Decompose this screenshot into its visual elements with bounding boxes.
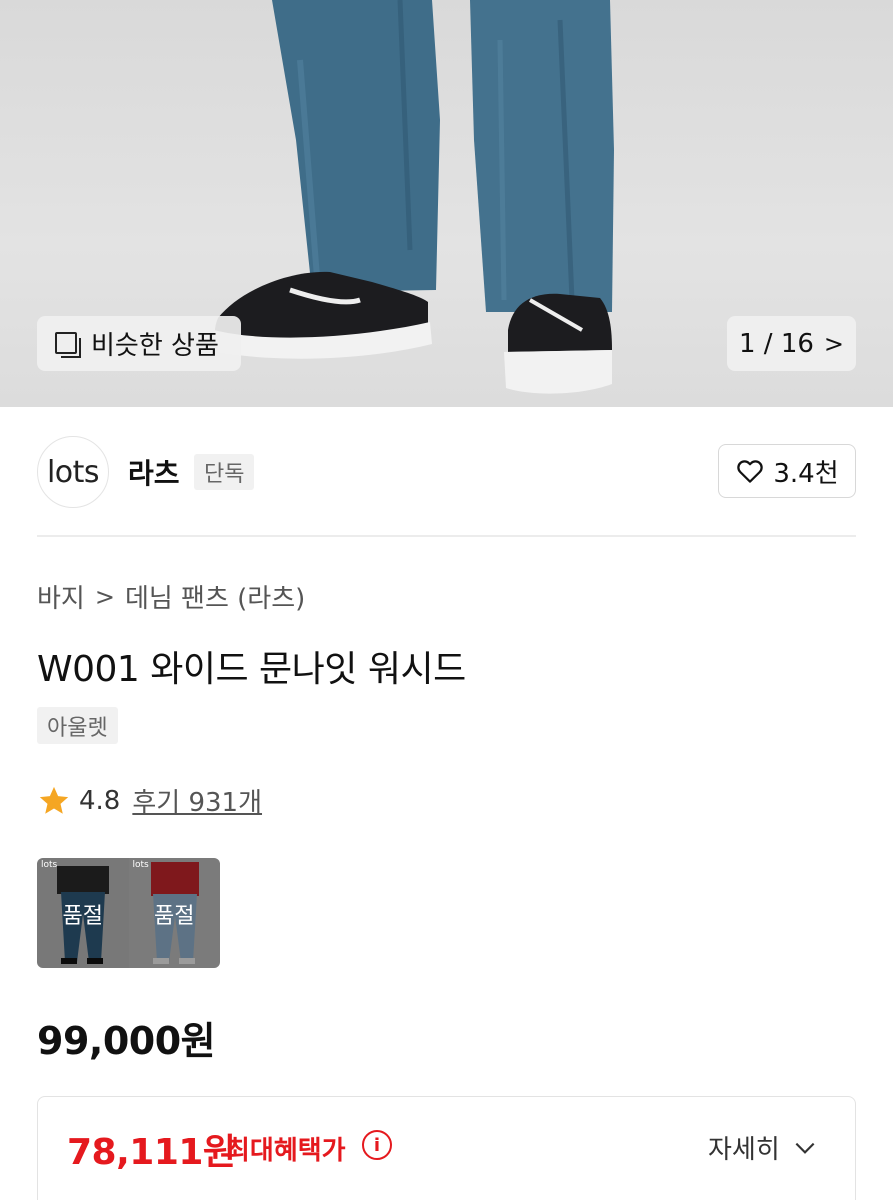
rating-value: 4.8	[79, 785, 121, 816]
rating-row: 4.8 후기 931개	[37, 782, 262, 819]
outlet-badge: 아울렛	[37, 707, 118, 744]
similar-products-label: 비슷한 상품	[91, 331, 219, 361]
heart-icon	[737, 460, 764, 483]
details-toggle[interactable]: 자세히	[708, 1129, 818, 1166]
benefit-price: 78,111원	[67, 1132, 236, 1173]
color-option[interactable]: lots 품절	[128, 858, 220, 968]
sold-out-label: 품절	[154, 904, 195, 929]
chevron-right-icon: >	[823, 329, 845, 358]
breadcrumb-category[interactable]: 바지	[37, 578, 85, 615]
color-option[interactable]: lots 품절	[37, 858, 129, 968]
breadcrumb-subcategory[interactable]: 데님 팬츠 (라츠)	[125, 578, 305, 615]
product-image-carousel[interactable]: 비슷한 상품 1 / 16 >	[0, 0, 893, 407]
like-count: 3.4천	[773, 458, 839, 489]
star-icon	[39, 786, 69, 814]
benefit-label: 최대혜택가	[226, 1136, 346, 1166]
chevron-down-icon	[795, 1142, 815, 1154]
product-title: W001 와이드 문나잇 워시드	[37, 649, 466, 690]
similar-products-icon	[55, 331, 81, 358]
info-icon[interactable]: i	[362, 1130, 392, 1160]
like-button[interactable]: 3.4천	[718, 444, 856, 498]
divider	[37, 535, 856, 537]
image-counter: 1 / 16	[738, 328, 814, 359]
exclusive-badge: 단독	[194, 454, 255, 490]
brand-logo[interactable]: lots	[37, 436, 109, 508]
image-pager-button[interactable]: 1 / 16 >	[727, 316, 856, 371]
max-benefit-box[interactable]: 78,111원 최대혜택가 i 자세히	[37, 1096, 856, 1200]
similar-products-button[interactable]: 비슷한 상품	[37, 316, 241, 371]
original-price: 99,000원	[37, 1019, 216, 1063]
sold-out-label: 품절	[62, 904, 103, 929]
option-logo: lots	[132, 860, 149, 870]
details-label: 자세히	[708, 1135, 780, 1165]
breadcrumb: 바지 > 데님 팬츠 (라츠)	[37, 578, 305, 615]
brand-name[interactable]: 라츠	[128, 452, 180, 492]
color-options: lots 품절 lots 품절	[37, 858, 220, 968]
reviews-link[interactable]: 후기 931개	[132, 782, 262, 819]
chevron-right-icon: >	[94, 582, 115, 611]
option-logo: lots	[41, 860, 58, 870]
